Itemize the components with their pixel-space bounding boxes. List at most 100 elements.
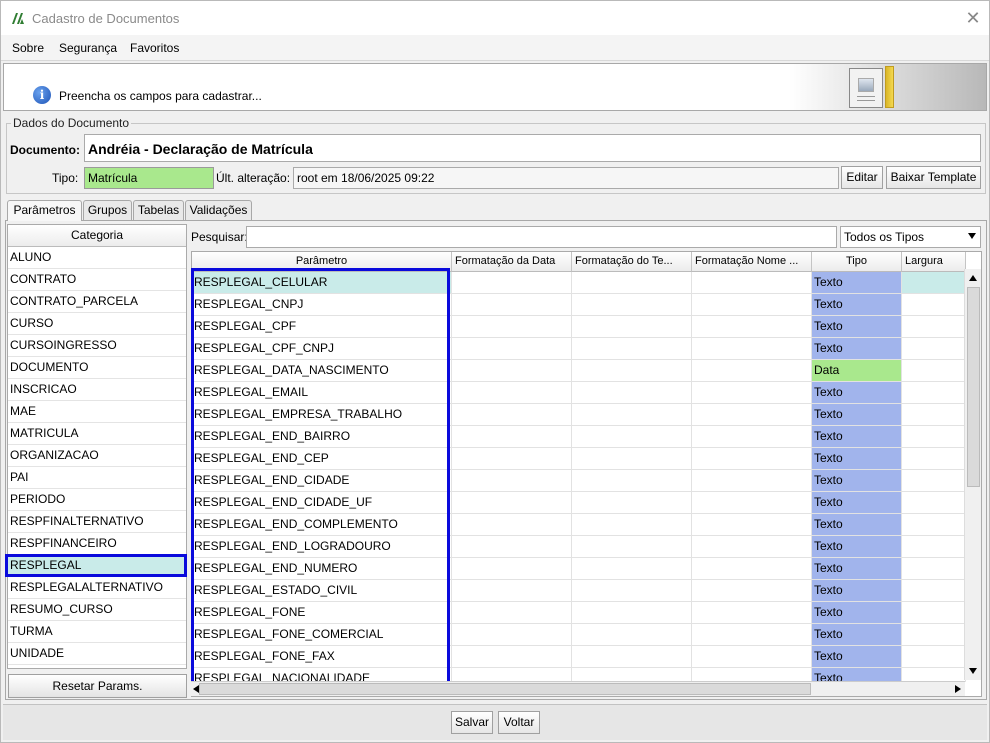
empty-cell[interactable] [452, 492, 572, 514]
category-item[interactable]: CONTRATO_PARCELA [8, 291, 186, 313]
tipo-cell[interactable]: Texto [812, 492, 902, 514]
param-cell[interactable]: RESPLEGAL_EMPRESA_TRABALHO [192, 404, 452, 426]
empty-cell[interactable] [452, 316, 572, 338]
col-formatacao-nome[interactable]: Formatação Nome ... [692, 252, 812, 272]
param-cell[interactable]: RESPLEGAL_END_NUMERO [192, 558, 452, 580]
tipo-cell[interactable]: Texto [812, 536, 902, 558]
empty-cell[interactable] [452, 448, 572, 470]
tipo-cell[interactable]: Texto [812, 382, 902, 404]
empty-cell[interactable] [572, 514, 692, 536]
tipo-cell[interactable]: Texto [812, 316, 902, 338]
category-item[interactable]: ORGANIZACAO [8, 445, 186, 467]
param-cell[interactable]: RESPLEGAL_CELULAR [192, 272, 452, 294]
param-cell[interactable]: RESPLEGAL_END_CIDADE [192, 470, 452, 492]
empty-cell[interactable] [902, 470, 966, 492]
tipo-field[interactable]: Matrícula [84, 167, 214, 189]
empty-cell[interactable] [692, 580, 812, 602]
empty-cell[interactable] [452, 558, 572, 580]
tab-validacoes[interactable]: Validações [185, 200, 252, 220]
tab-tabelas[interactable]: Tabelas [133, 200, 184, 220]
tipo-cell[interactable]: Texto [812, 294, 902, 316]
empty-cell[interactable] [902, 558, 966, 580]
tipo-cell[interactable]: Texto [812, 580, 902, 602]
category-item[interactable]: MATRICULA [8, 423, 186, 445]
table-row[interactable]: RESPLEGAL_CNPJ Texto [192, 294, 966, 316]
table-row[interactable]: RESPLEGAL_CPF_CNPJ Texto [192, 338, 966, 360]
category-item[interactable]: INSCRICAO [8, 379, 186, 401]
empty-cell[interactable] [452, 668, 572, 682]
table-row[interactable]: RESPLEGAL_DATA_NASCIMENTO Data [192, 360, 966, 382]
table-row[interactable]: RESPLEGAL_END_CIDADE_UF Texto [192, 492, 966, 514]
empty-cell[interactable] [902, 404, 966, 426]
col-parametro[interactable]: Parâmetro [192, 252, 452, 272]
type-filter-select[interactable]: Todos os Tipos [840, 226, 981, 248]
table-row[interactable]: RESPLEGAL_END_LOGRADOURO Texto [192, 536, 966, 558]
scroll-up-icon[interactable] [969, 275, 977, 281]
empty-cell[interactable] [692, 316, 812, 338]
empty-cell[interactable] [572, 624, 692, 646]
empty-cell[interactable] [452, 382, 572, 404]
param-cell[interactable]: RESPLEGAL_DATA_NASCIMENTO [192, 360, 452, 382]
menu-favoritos[interactable]: Favoritos [130, 41, 179, 55]
empty-cell[interactable] [452, 514, 572, 536]
empty-cell[interactable] [452, 470, 572, 492]
tipo-cell[interactable]: Texto [812, 514, 902, 536]
empty-cell[interactable] [572, 470, 692, 492]
salvar-button[interactable]: Salvar [451, 711, 493, 734]
category-item[interactable]: RESPFINANCEIRO [8, 533, 186, 555]
category-item[interactable]: CONTRATO [8, 269, 186, 291]
empty-cell[interactable] [902, 338, 966, 360]
table-row[interactable]: RESPLEGAL_EMAIL Texto [192, 382, 966, 404]
empty-cell[interactable] [572, 382, 692, 404]
col-formatacao-texto[interactable]: Formatação do Te... [572, 252, 692, 272]
horizontal-scrollbar[interactable] [191, 681, 965, 696]
empty-cell[interactable] [572, 536, 692, 558]
empty-cell[interactable] [452, 272, 572, 294]
col-largura[interactable]: Largura [902, 252, 966, 272]
empty-cell[interactable] [692, 624, 812, 646]
empty-cell[interactable] [692, 360, 812, 382]
tab-parametros[interactable]: Parâmetros [7, 200, 82, 221]
empty-cell[interactable] [692, 448, 812, 470]
empty-cell[interactable] [902, 602, 966, 624]
category-item[interactable]: MAE [8, 401, 186, 423]
param-cell[interactable]: RESPLEGAL_EMAIL [192, 382, 452, 404]
category-item[interactable]: TURMA [8, 621, 186, 643]
empty-cell[interactable] [572, 448, 692, 470]
tipo-cell[interactable]: Data [812, 360, 902, 382]
tipo-cell[interactable]: Texto [812, 470, 902, 492]
table-row[interactable]: RESPLEGAL_NACIONALIDADE Texto [192, 668, 966, 682]
empty-cell[interactable] [692, 602, 812, 624]
empty-cell[interactable] [572, 426, 692, 448]
tipo-cell[interactable]: Texto [812, 404, 902, 426]
empty-cell[interactable] [572, 338, 692, 360]
category-item[interactable]: PAI [8, 467, 186, 489]
close-button[interactable]: ✕ [959, 5, 987, 31]
empty-cell[interactable] [572, 272, 692, 294]
empty-cell[interactable] [572, 558, 692, 580]
param-cell[interactable]: RESPLEGAL_NACIONALIDADE [192, 668, 452, 682]
empty-cell[interactable] [692, 558, 812, 580]
empty-cell[interactable] [902, 448, 966, 470]
empty-cell[interactable] [572, 646, 692, 668]
category-item[interactable]: CURSOINGRESSO [8, 335, 186, 357]
category-item[interactable]: UNIDADE [8, 643, 186, 665]
param-cell[interactable]: RESPLEGAL_CPF_CNPJ [192, 338, 452, 360]
table-row[interactable]: RESPLEGAL_ESTADO_CIVIL Texto [192, 580, 966, 602]
tipo-cell[interactable]: Texto [812, 338, 902, 360]
tab-grupos[interactable]: Grupos [83, 200, 132, 220]
empty-cell[interactable] [452, 536, 572, 558]
tipo-cell[interactable]: Texto [812, 426, 902, 448]
category-item[interactable]: RESUMO_CURSO [8, 599, 186, 621]
empty-cell[interactable] [692, 536, 812, 558]
empty-cell[interactable] [572, 294, 692, 316]
table-row[interactable]: RESPLEGAL_END_COMPLEMENTO Texto [192, 514, 966, 536]
empty-cell[interactable] [452, 646, 572, 668]
menu-seguranca[interactable]: Segurança [59, 41, 117, 55]
param-cell[interactable]: RESPLEGAL_END_CEP [192, 448, 452, 470]
empty-cell[interactable] [902, 382, 966, 404]
table-row[interactable]: RESPLEGAL_END_CIDADE Texto [192, 470, 966, 492]
param-cell[interactable]: RESPLEGAL_FONE [192, 602, 452, 624]
vertical-scrollbar[interactable] [964, 269, 981, 680]
table-row[interactable]: RESPLEGAL_END_NUMERO Texto [192, 558, 966, 580]
